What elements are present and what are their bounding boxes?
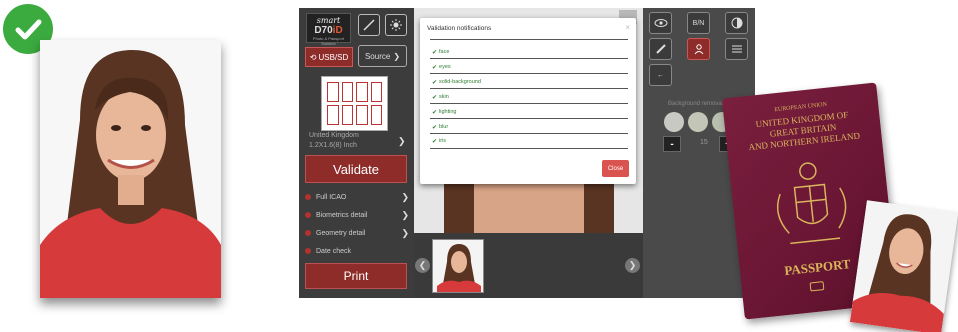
pen-tool-button[interactable] <box>358 14 380 36</box>
chevron-right-icon[interactable]: ❯ <box>398 136 406 147</box>
notification-item: ✔ blur <box>432 124 449 131</box>
layout-cell <box>327 105 339 125</box>
layout-cell <box>341 82 353 102</box>
portrait-photo-right <box>849 200 958 332</box>
sun-icon <box>390 19 402 31</box>
notification-item: ✔ skin <box>432 94 449 101</box>
check-icon: ✔ <box>432 109 438 116</box>
stage: smart D70iD Photo & Passport Solution ⟲ … <box>0 0 958 332</box>
brightness-tool-button[interactable] <box>385 14 407 36</box>
photo-thumbnail[interactable] <box>432 239 484 293</box>
person-icon <box>694 44 703 55</box>
chevron-right-icon: ❯ <box>401 227 409 238</box>
divider <box>430 118 628 119</box>
notification-item: ✔ solid-background <box>432 79 481 86</box>
layout-cell <box>356 105 368 125</box>
check-icon: ✔ <box>432 94 438 101</box>
brush-button[interactable] <box>649 38 672 60</box>
contrast-button[interactable] <box>725 12 748 34</box>
menu-item-biometrics-detail[interactable]: Biometrics detail ❯ <box>305 207 409 223</box>
divider <box>430 73 628 74</box>
app-logo: smart D70iD Photo & Passport Solution <box>306 13 351 46</box>
layout-cell <box>341 105 353 125</box>
black-white-button[interactable]: B/N <box>687 12 710 34</box>
person-button[interactable] <box>687 38 710 60</box>
divider <box>430 58 628 59</box>
usb-sd-button[interactable]: ⟲ USB/SD <box>305 47 353 67</box>
notification-item: ✔ lighting <box>432 109 457 116</box>
divider <box>430 103 628 104</box>
validate-button[interactable]: Validate <box>305 155 407 183</box>
check-icon: ✔ <box>432 64 438 71</box>
country-format[interactable]: United Kingdom 1.2X1.6(8) Inch <box>309 131 359 151</box>
status-dot <box>305 230 311 236</box>
decrease-button[interactable]: - <box>663 136 681 152</box>
layout-cell <box>370 105 382 125</box>
eye-icon <box>654 19 667 27</box>
chevron-right-icon: ❯ <box>393 51 401 61</box>
chevron-right-icon: ❯ <box>401 209 409 220</box>
menu-item-full-icao[interactable]: Full ICAO ❯ <box>305 189 409 205</box>
back-button[interactable]: ← <box>649 64 672 86</box>
divider <box>430 88 628 89</box>
chevron-right-icon: ❯ <box>401 191 409 202</box>
biometric-chip-icon <box>809 281 825 292</box>
filmstrip: ❮ ❯ <box>414 233 643 298</box>
notification-item: ✔ eyes <box>432 64 451 71</box>
status-dot <box>305 248 311 254</box>
arrow-left-icon: ← <box>657 71 664 79</box>
previous-arrow-icon[interactable]: ❮ <box>415 258 430 273</box>
modal-title: Validation notifications <box>427 25 492 32</box>
layout-cell <box>327 82 339 102</box>
close-icon[interactable]: × <box>625 23 630 32</box>
source-button[interactable]: Source ❯ <box>358 45 407 67</box>
next-arrow-icon[interactable]: ❯ <box>625 258 640 273</box>
print-button[interactable]: Print <box>305 263 407 289</box>
print-layout-preview[interactable] <box>321 76 388 131</box>
status-dot <box>305 194 311 200</box>
sliders-icon <box>731 45 742 53</box>
left-panel: smart D70iD Photo & Passport Solution ⟲ … <box>299 8 414 298</box>
background-removal-label: Background removal <box>668 101 724 107</box>
view-button[interactable] <box>649 12 672 34</box>
divider <box>430 133 628 134</box>
background-swatch[interactable] <box>688 112 708 132</box>
notification-item: ✔ face <box>432 49 450 56</box>
pen-icon <box>363 19 375 31</box>
refresh-icon: ⟲ <box>309 52 317 62</box>
brush-icon <box>655 44 666 54</box>
portrait-photo-left <box>40 40 221 298</box>
adjustments-button[interactable] <box>725 38 748 60</box>
check-icon: ✔ <box>432 49 438 56</box>
divider <box>430 39 628 40</box>
coat-of-arms-icon <box>776 162 847 245</box>
check-icon: ✔ <box>432 124 438 131</box>
divider <box>430 148 628 149</box>
menu-item-geometry-detail[interactable]: Geometry detail ❯ <box>305 225 409 241</box>
status-dot <box>305 212 311 218</box>
check-icon: ✔ <box>432 79 438 86</box>
background-value: 15 <box>700 139 708 146</box>
notification-item: ✔ iris <box>432 138 447 145</box>
background-swatch[interactable] <box>664 112 684 132</box>
close-button[interactable]: Close <box>602 160 629 177</box>
validation-modal: Validation notifications × ✔ face ✔ eyes ✔… <box>420 18 636 184</box>
check-icon: ✔ <box>432 138 438 145</box>
layout-cell <box>356 82 368 102</box>
layout-cell <box>370 82 382 102</box>
contrast-icon <box>731 17 742 29</box>
menu-item-date-check[interactable]: Date check <box>305 243 409 259</box>
